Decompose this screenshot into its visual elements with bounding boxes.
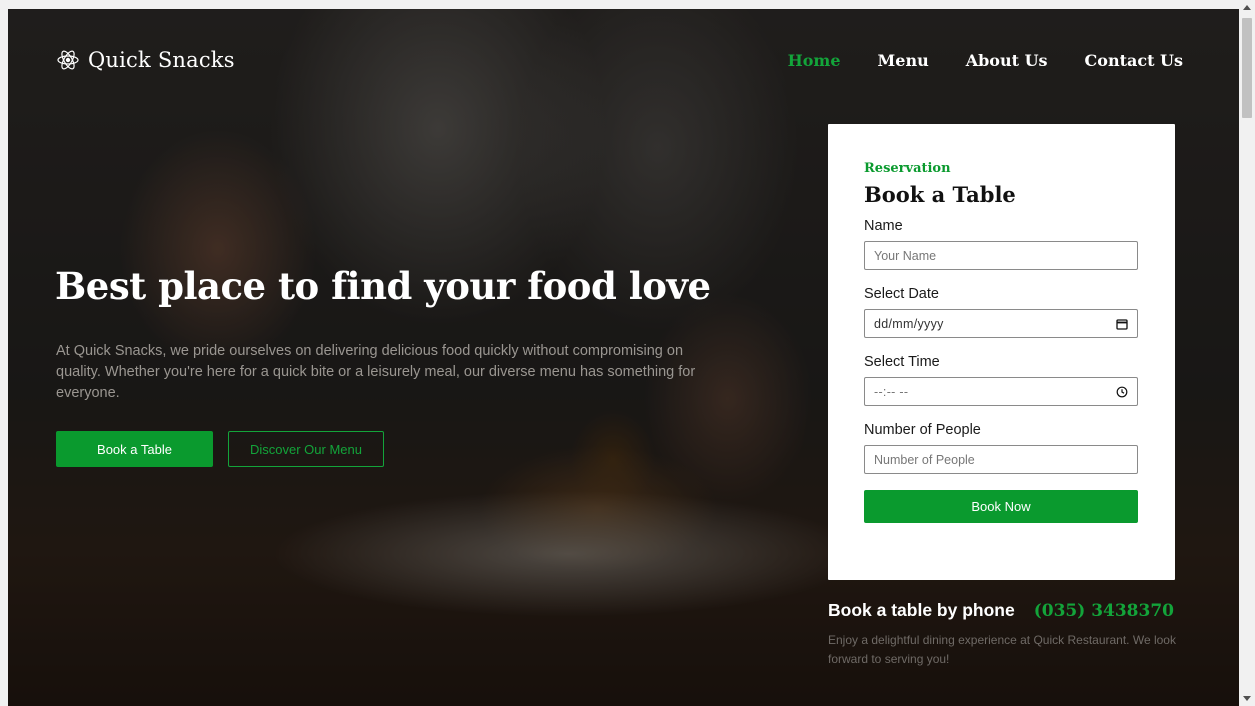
- time-label: Select Time: [864, 354, 940, 370]
- scroll-down-arrow-icon[interactable]: [1239, 690, 1255, 706]
- phone-description: Enjoy a delightful dining experience at …: [828, 633, 1176, 666]
- people-field-wrapper: [864, 445, 1138, 474]
- discover-menu-button[interactable]: Discover Our Menu: [228, 431, 384, 467]
- phone-label: Book a table by phone: [828, 600, 1015, 620]
- nav-links: Home Menu About Us Contact Us: [788, 51, 1183, 70]
- navbar: Quick Snacks Home Menu About Us Contact …: [8, 9, 1239, 113]
- nav-home[interactable]: Home: [788, 51, 841, 70]
- brand-logo[interactable]: Quick Snacks: [56, 48, 235, 72]
- name-field-wrapper: [864, 241, 1138, 270]
- phone-number[interactable]: (035) 3438370: [1034, 601, 1174, 621]
- scroll-up-arrow-icon[interactable]: [1239, 0, 1255, 16]
- time-placeholder: --:-- --: [874, 384, 909, 399]
- clock-icon[interactable]: [1116, 386, 1128, 398]
- atom-icon: [57, 50, 79, 70]
- book-now-button[interactable]: Book Now: [864, 490, 1138, 523]
- window-left-edge: [0, 0, 8, 706]
- phone-booking: Book a table by phone (035) 3438370: [828, 600, 1174, 621]
- date-input[interactable]: dd/mm/yyyy: [864, 309, 1138, 338]
- calendar-icon[interactable]: [1116, 318, 1128, 330]
- hero-title: Best place to find your food love: [55, 264, 711, 308]
- name-label: Name: [864, 218, 903, 234]
- brand-name: Quick Snacks: [88, 48, 235, 72]
- people-input[interactable]: [874, 452, 1128, 467]
- reservation-card: Reservation Book a Table Name Select Dat…: [828, 124, 1175, 580]
- reservation-title: Book a Table: [864, 182, 1016, 207]
- window-top-edge: [0, 0, 1239, 9]
- nav-about-us[interactable]: About Us: [966, 51, 1048, 70]
- hero-background: Quick Snacks Home Menu About Us Contact …: [8, 9, 1239, 706]
- book-table-button[interactable]: Book a Table: [56, 431, 213, 467]
- scroll-thumb[interactable]: [1242, 18, 1252, 118]
- hero-description: At Quick Snacks, we pride ourselves on d…: [56, 343, 696, 401]
- nav-contact-us[interactable]: Contact Us: [1085, 51, 1183, 70]
- nav-menu[interactable]: Menu: [878, 51, 929, 70]
- date-placeholder: dd/mm/yyyy: [874, 316, 944, 331]
- date-label: Select Date: [864, 286, 939, 302]
- name-input[interactable]: [874, 248, 1128, 263]
- vertical-scrollbar[interactable]: [1239, 0, 1255, 706]
- people-label: Number of People: [864, 422, 981, 438]
- reservation-eyebrow: Reservation: [864, 161, 951, 176]
- time-input[interactable]: --:-- --: [864, 377, 1138, 406]
